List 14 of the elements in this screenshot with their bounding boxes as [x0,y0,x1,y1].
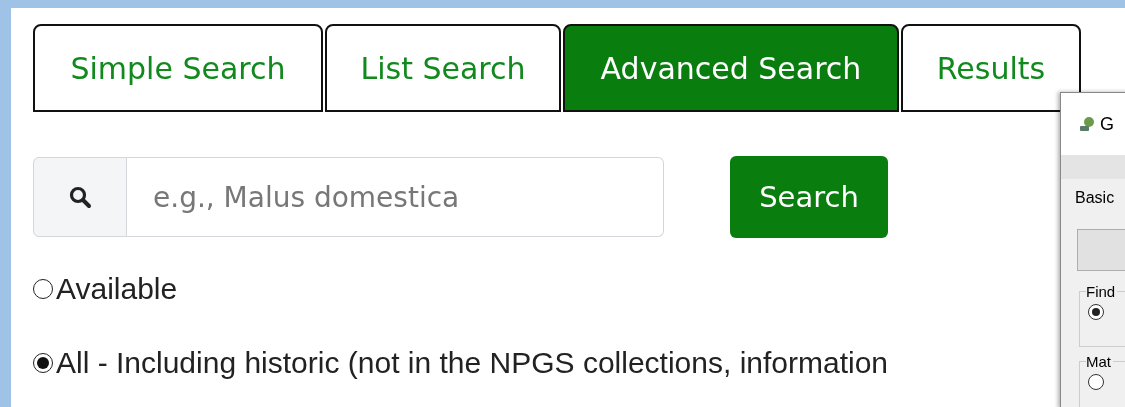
radio-button[interactable] [1088,374,1104,390]
option-label: All - Including historic (not in the NPGS collections, information [56,346,889,380]
tab[interactable]: Simple Search [33,24,323,112]
tab[interactable]: Advanced Search [563,24,899,112]
tab[interactable]: Results [901,24,1081,112]
tab-label[interactable]: Basic [1061,179,1125,221]
search-button[interactable]: Search [730,156,888,238]
radio-button[interactable] [1088,304,1104,320]
window-title: G [1100,113,1114,135]
tab[interactable]: List Search [325,24,561,112]
search-field[interactable]: e.g., Malus domestica [127,157,664,237]
search-icon [68,185,92,209]
group-label: Find [1086,283,1118,300]
option-label: Available [56,272,178,306]
